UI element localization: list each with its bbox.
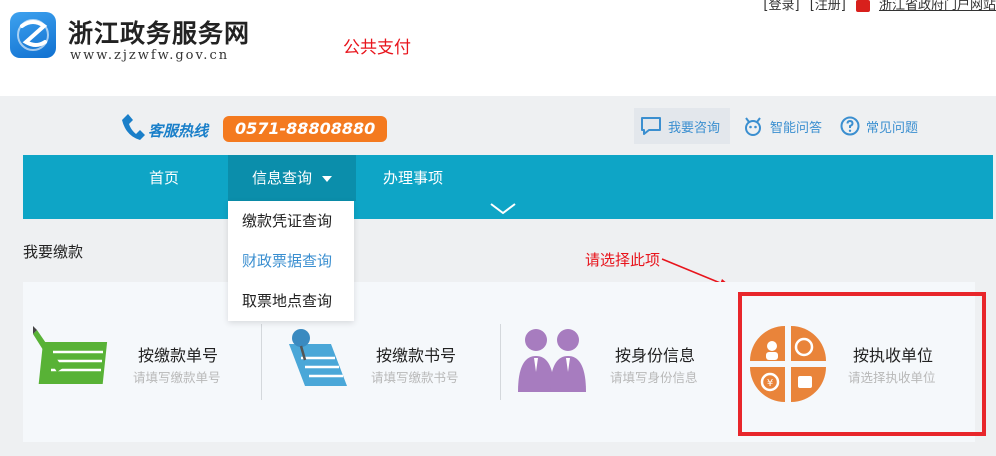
dropdown-item-ticket-location[interactable]: 取票地点查询 (228, 281, 354, 321)
top-links: [登录] [注册] 浙江省政府门户网站 (757, 0, 996, 13)
emblem-icon (855, 0, 870, 12)
caret-down-icon (322, 175, 332, 182)
page: 浙江政务服务网 www.zjzwfw.gov.cn 公共支付 [登录] [注册]… (0, 0, 996, 456)
faq-label: 常见问题 (866, 120, 919, 136)
phone-icon (122, 114, 145, 140)
question-circle-icon (840, 116, 860, 136)
site-logo-icon[interactable] (10, 12, 56, 58)
dropdown-item-fiscal-bill[interactable]: 财政票据查询 (228, 241, 354, 281)
site-url: www.zjzwfw.gov.cn (70, 48, 230, 63)
site-header: 浙江政务服务网 www.zjzwfw.gov.cn 公共支付 [登录] [注册]… (0, 0, 996, 96)
main-nav: 首页 信息查询 办理事项 (23, 155, 993, 219)
faq-button[interactable]: 常见问题 (840, 108, 918, 144)
hotline-number: 0571-88808880 (223, 116, 388, 142)
hotline-label: 客服热线 (148, 122, 209, 140)
smart-qa-label: 智能问答 (770, 120, 823, 136)
option-title: 按缴款单号 (138, 346, 219, 365)
document-pen-icon (33, 326, 108, 384)
highlight-box (738, 292, 986, 436)
nav-info-query[interactable]: 信息查询 (228, 155, 356, 201)
nav-home[interactable]: 首页 (149, 155, 179, 201)
pinned-note-icon (289, 329, 347, 386)
option-subtitle: 请填写身份信息 (610, 370, 698, 385)
login-link[interactable]: [登录] (763, 0, 799, 13)
nav-info-label: 信息查询 (251, 169, 312, 187)
option-title: 按身份信息 (615, 346, 696, 365)
dropdown-item-payment-voucher[interactable]: 缴款凭证查询 (228, 201, 354, 241)
help-tools: 我要咨询 智能问答 常见问题 (630, 108, 930, 146)
site-name[interactable]: 浙江政务服务网 (68, 14, 250, 50)
info-query-dropdown: 缴款凭证查询 财政票据查询 取票地点查询 (228, 201, 354, 321)
option-subtitle: 请填写缴款单号 (133, 370, 221, 385)
people-icon (518, 329, 586, 392)
portal-link-label: 浙江省政府门户网站 (878, 0, 996, 13)
page-tag: 公共支付 (343, 38, 411, 58)
nav-handle-matters[interactable]: 办理事项 (383, 155, 443, 201)
chat-bubble-icon (641, 117, 661, 135)
register-link[interactable]: [注册] (810, 0, 846, 13)
annotation-text: 请选择此项 (585, 251, 661, 269)
portal-link[interactable]: 浙江省政府门户网站 (855, 0, 996, 13)
consult-label: 我要咨询 (668, 120, 721, 136)
option-by-payment-number[interactable]: 按缴款单号 请填写缴款单号 (23, 282, 261, 442)
chevron-down-icon[interactable] (489, 201, 517, 217)
robot-icon (745, 117, 761, 136)
consult-button[interactable]: 我要咨询 (634, 108, 731, 144)
smart-qa-button[interactable]: 智能问答 (742, 108, 822, 144)
option-subtitle: 请填写缴款书号 (371, 370, 459, 385)
option-by-identity[interactable]: 按身份信息 请填写身份信息 (500, 282, 738, 442)
option-title: 按缴款书号 (376, 346, 457, 365)
section-title: 我要缴款 (23, 243, 84, 261)
